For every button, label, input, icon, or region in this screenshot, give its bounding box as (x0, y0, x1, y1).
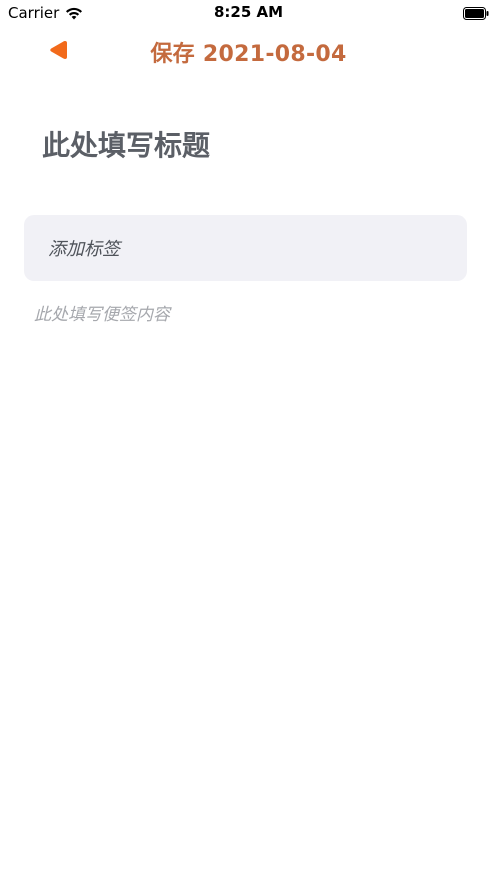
navigation-bar: 保存 2021-08-04 (0, 30, 497, 70)
status-time: 8:25 AM (213, 3, 284, 21)
note-title-input[interactable]: 此处填写标题 (42, 124, 462, 168)
battery-icon (463, 5, 489, 20)
add-tag-placeholder: 添加标签 (48, 239, 120, 260)
note-content-input[interactable]: 此处填写便签内容 (34, 302, 474, 862)
status-bar: Carrier 8:25 AM (0, 0, 497, 26)
note-content-placeholder: 此处填写便签内容 (34, 305, 170, 325)
save-date-title[interactable]: 保存 2021-08-04 (0, 36, 497, 68)
add-tag-field[interactable]: 添加标签 (24, 215, 467, 281)
